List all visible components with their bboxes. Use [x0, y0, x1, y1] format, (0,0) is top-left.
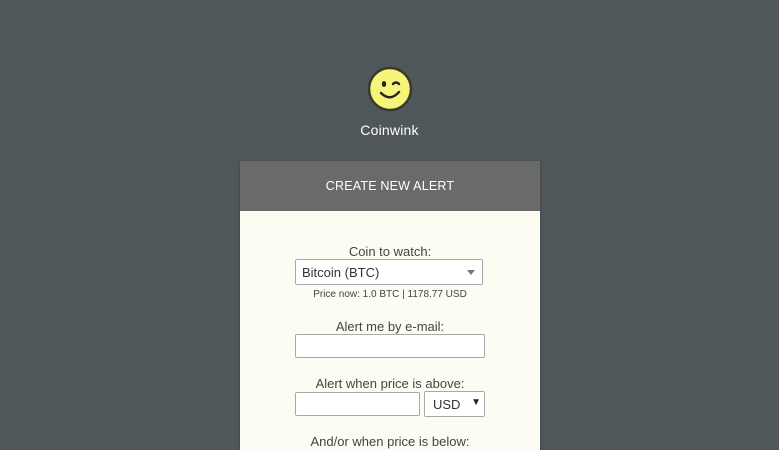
- logo-area: Coinwink: [0, 66, 779, 138]
- price-above-input[interactable]: [295, 392, 420, 416]
- coin-label-text: Coin to watch:: [348, 244, 432, 259]
- brand-name[interactable]: Coinwink: [360, 122, 418, 138]
- card-header: CREATE NEW ALERT: [240, 161, 540, 211]
- below-label: And/or when price is below:: [240, 433, 540, 450]
- currency-select[interactable]: USD ▼: [424, 391, 485, 417]
- price-hint: Price now: 1.0 BTC | 1178.77 USD: [313, 289, 467, 300]
- above-label: Alert when price is above:: [240, 375, 540, 393]
- above-label-text: Alert when price is above:: [315, 376, 465, 391]
- below-label-text: And/or when price is below:: [310, 434, 470, 449]
- currency-select-value: USD: [433, 397, 461, 412]
- coin-select-value: Bitcoin (BTC): [302, 265, 380, 280]
- email-label-text: Alert me by e-mail:: [335, 319, 445, 334]
- chevron-down-icon: [467, 270, 475, 275]
- coin-select[interactable]: Bitcoin (BTC): [295, 259, 483, 285]
- create-alert-card: CREATE NEW ALERT Coin to watch: Bitcoin …: [240, 161, 540, 450]
- triangle-down-icon: ▼: [471, 397, 481, 408]
- smiley-wink-icon[interactable]: [367, 66, 413, 112]
- page: Coinwink CREATE NEW ALERT Coin to watch:…: [0, 0, 779, 450]
- email-input[interactable]: [295, 334, 485, 358]
